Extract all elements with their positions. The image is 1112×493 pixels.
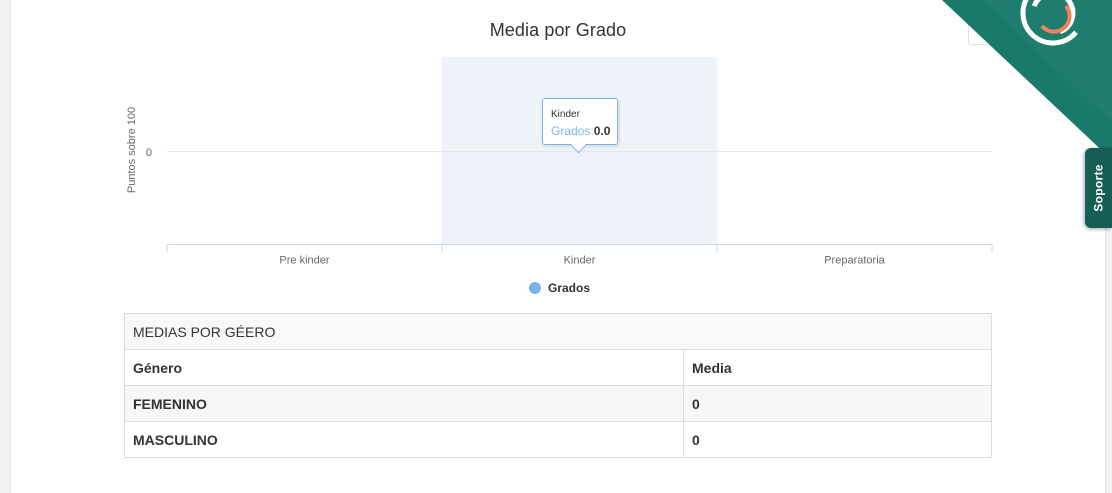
legend-dot-icon <box>529 282 541 294</box>
tooltip-value: 0.0 <box>593 124 611 138</box>
soporte-label: Soporte <box>1091 164 1106 212</box>
corner-banner <box>942 0 1112 160</box>
table-cell-genero: MASCULINO <box>124 421 684 458</box>
soporte-tab[interactable]: Soporte <box>1085 148 1112 228</box>
column-header-media: Media <box>683 349 992 386</box>
table-row: FEMENINO 0 <box>124 385 992 422</box>
legend-item-grados[interactable]: Grados <box>529 281 590 295</box>
chart-tooltip: Kinder Grados:0.0 <box>542 98 618 154</box>
tooltip-header: Kinder <box>551 109 580 120</box>
x-tick-label: Preparatoria <box>824 255 885 267</box>
tooltip-series: Grados <box>551 124 591 138</box>
x-tick-label: Kinder <box>564 255 596 267</box>
x-ticks: Pre kinder Kinder Preparatoria <box>166 244 993 267</box>
table-row: MASCULINO 0 <box>124 421 992 458</box>
column-header-genero: Género <box>124 349 684 386</box>
x-tick-label: Pre kinder <box>279 255 329 267</box>
table-caption: MEDIAS POR GÉERO <box>124 313 992 350</box>
medias-table: MEDIAS POR GÉERO Género Media FEMENINO 0… <box>124 313 992 458</box>
legend-label: Grados <box>548 281 591 295</box>
y-tick-label: 0 <box>146 147 152 159</box>
table-cell-genero: FEMENINO <box>124 385 684 422</box>
table-cell-media: 0 <box>683 385 992 422</box>
table-cell-media: 0 <box>683 421 992 458</box>
